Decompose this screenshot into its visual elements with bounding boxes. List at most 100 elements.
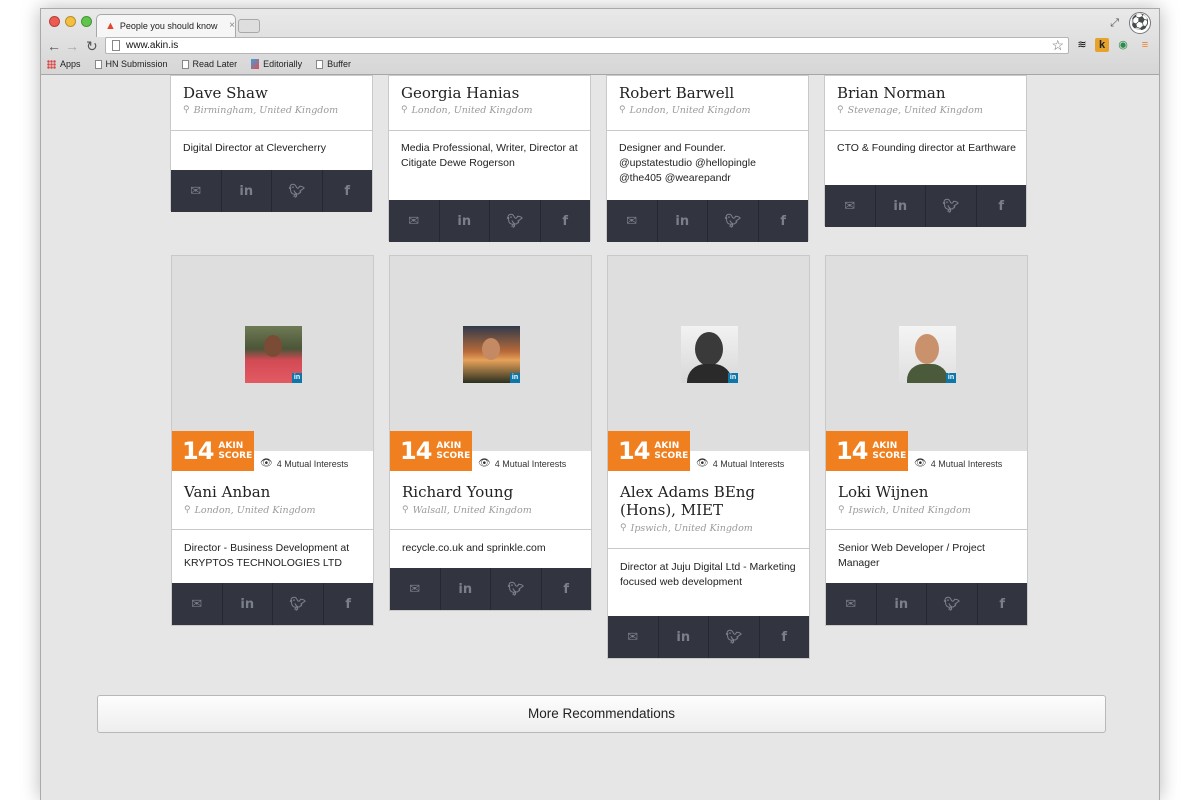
facebook-icon[interactable]: f	[324, 583, 374, 625]
buffer-extension-icon[interactable]: ≋	[1075, 38, 1089, 52]
twitter-icon[interactable]: 🐦︎	[708, 200, 759, 242]
address-bar[interactable]: www.akin.is ☆	[105, 37, 1069, 54]
akin-score-label: AKIN SCORE	[218, 441, 253, 461]
linkedin-icon[interactable]: in	[877, 583, 927, 625]
more-recommendations-button[interactable]: More Recommendations	[97, 695, 1106, 733]
bookmark-buffer[interactable]: Buffer	[316, 59, 351, 69]
fullscreen-icon[interactable]: ⤢	[1110, 17, 1119, 30]
facebook-icon[interactable]: f	[323, 170, 373, 212]
location-pin-icon: ⚲	[619, 105, 626, 115]
mail-icon[interactable]: ✉	[826, 583, 877, 625]
social-bar: ✉ in 🐦︎ f	[172, 583, 373, 625]
reload-icon[interactable]: ↻	[86, 37, 98, 55]
mutual-interests[interactable]: 👁︎ 4 Mutual Interests	[260, 458, 348, 469]
back-icon[interactable]: ←	[47, 37, 61, 55]
avatar[interactable]: in	[681, 326, 738, 383]
extension-icon[interactable]: ◉	[1116, 38, 1130, 52]
menu-icon[interactable]: ≡	[1138, 38, 1152, 52]
mail-icon[interactable]: ✉	[390, 568, 441, 610]
person-name[interactable]: Brian Norman	[837, 84, 946, 102]
person-card[interactable]: in 14 AKIN SCORE 👁︎ 4 Mutual Interests Van…	[171, 255, 374, 626]
bookmark-read-later[interactable]: Read Later	[181, 59, 237, 69]
social-bar: ✉ in 🐦︎ f	[389, 200, 590, 242]
bookmark-star-icon[interactable]: ☆	[1051, 37, 1064, 53]
person-card[interactable]: Dave Shaw ⚲ Birmingham, United Kingdom Di…	[170, 75, 373, 212]
linkedin-badge-icon: in	[728, 373, 738, 383]
profile-avatar-icon[interactable]: ⚽	[1129, 12, 1151, 34]
social-bar: ✉ in 🐦︎ f	[608, 616, 809, 658]
person-card[interactable]: in 14 AKIN SCORE 👁︎ 4 Mutual Interests Ale…	[607, 255, 810, 659]
location-pin-icon: ⚲	[838, 505, 845, 515]
linkedin-icon[interactable]: in	[223, 583, 273, 625]
person-name[interactable]: Vani Anban	[184, 483, 270, 501]
mutual-interests[interactable]: 👁︎ 4 Mutual Interests	[696, 458, 784, 469]
bookmark-hn-submission[interactable]: HN Submission	[94, 59, 168, 69]
linkedin-icon[interactable]: in	[441, 568, 491, 610]
card-divider	[826, 529, 1027, 530]
mail-icon[interactable]: ✉	[172, 583, 223, 625]
twitter-icon[interactable]: 🐦︎	[709, 616, 760, 658]
tab-close-icon[interactable]: ×	[229, 21, 235, 31]
akin-score-value: 14	[836, 437, 868, 465]
linkedin-icon[interactable]: in	[440, 200, 490, 242]
kippt-extension-icon[interactable]: k	[1095, 38, 1109, 52]
twitter-icon[interactable]: 🐦︎	[273, 583, 324, 625]
mail-icon[interactable]: ✉	[608, 616, 659, 658]
person-bio: Digital Director at Clevercherry	[183, 142, 326, 154]
twitter-icon[interactable]: 🐦︎	[491, 568, 542, 610]
avatar-face	[482, 338, 500, 360]
twitter-icon[interactable]: 🐦︎	[927, 583, 978, 625]
linkedin-icon[interactable]: in	[876, 185, 926, 227]
avatar[interactable]: in	[245, 326, 302, 383]
mail-icon[interactable]: ✉	[389, 200, 440, 242]
mail-icon[interactable]: ✉	[607, 200, 658, 242]
person-name[interactable]: Dave Shaw	[183, 84, 268, 102]
person-name[interactable]: Georgia Hanias	[401, 84, 519, 102]
facebook-icon[interactable]: f	[759, 200, 809, 242]
avatar[interactable]: in	[463, 326, 520, 383]
person-card[interactable]: Brian Norman ⚲ Stevenage, United Kingdom …	[824, 75, 1027, 227]
mutual-interests[interactable]: 👁︎ 4 Mutual Interests	[914, 458, 1002, 469]
person-name[interactable]: Richard Young	[402, 483, 513, 501]
bookmark-editorially[interactable]: Editorially	[251, 59, 302, 69]
facebook-icon[interactable]: f	[978, 583, 1028, 625]
card-divider	[389, 130, 590, 131]
linkedin-icon[interactable]: in	[659, 616, 709, 658]
person-card[interactable]: Georgia Hanias ⚲ London, United Kingdom M…	[388, 75, 591, 242]
person-bio: CTO & Founding director at Earthware	[837, 142, 1016, 154]
person-name[interactable]: Robert Barwell	[619, 84, 734, 102]
tab-title: People you should know	[119, 21, 218, 31]
facebook-icon[interactable]: f	[760, 616, 810, 658]
facebook-icon[interactable]: f	[977, 185, 1027, 227]
linkedin-icon[interactable]: in	[222, 170, 272, 212]
linkedin-badge-icon: in	[946, 373, 956, 383]
card-divider	[608, 548, 809, 549]
person-card[interactable]: in 14 AKIN SCORE 👁︎ 4 Mutual Interests Lok…	[825, 255, 1028, 626]
facebook-icon[interactable]: f	[541, 200, 591, 242]
close-window-button[interactable]	[49, 16, 60, 27]
person-card[interactable]: in 14 AKIN SCORE 👁︎ 4 Mutual Interests Ric…	[389, 255, 592, 611]
mail-icon[interactable]: ✉	[825, 185, 876, 227]
linkedin-icon[interactable]: in	[658, 200, 708, 242]
mutual-interests[interactable]: 👁︎ 4 Mutual Interests	[478, 458, 566, 469]
twitter-icon[interactable]: 🐦︎	[926, 185, 977, 227]
person-name[interactable]: Loki Wijnen	[838, 483, 928, 501]
new-tab-button[interactable]	[238, 19, 260, 33]
minimize-window-button[interactable]	[65, 16, 76, 27]
page-icon	[112, 40, 120, 51]
page-icon	[181, 59, 189, 69]
twitter-icon[interactable]: 🐦︎	[272, 170, 323, 212]
bookmark-apps[interactable]: Apps	[47, 59, 81, 69]
person-card[interactable]: Robert Barwell ⚲ London, United Kingdom D…	[606, 75, 809, 242]
zoom-window-button[interactable]	[81, 16, 92, 27]
person-name[interactable]: Alex Adams BEng (Hons), MIET	[620, 483, 800, 519]
mail-icon[interactable]: ✉	[171, 170, 222, 212]
url-text: www.akin.is	[126, 40, 179, 51]
browser-tab[interactable]: ▲ People you should know ×	[96, 14, 236, 37]
person-bio: Director - Business Development at KRYPT…	[184, 542, 350, 569]
forward-icon[interactable]: →	[65, 37, 79, 55]
avatar[interactable]: in	[899, 326, 956, 383]
facebook-icon[interactable]: f	[542, 568, 592, 610]
avatar-body	[907, 364, 948, 383]
twitter-icon[interactable]: 🐦︎	[490, 200, 541, 242]
